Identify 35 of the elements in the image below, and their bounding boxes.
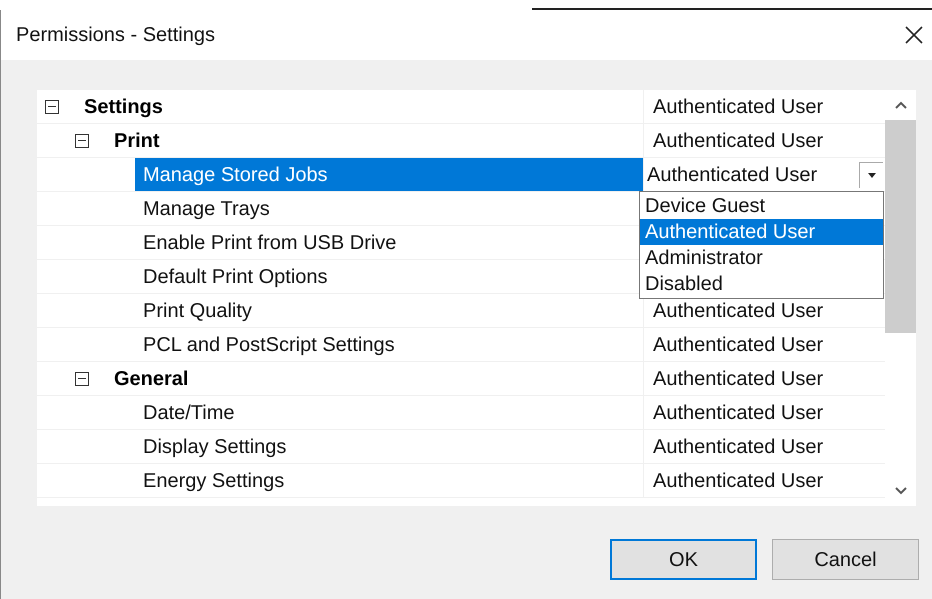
tree-item[interactable]: Print: [106, 124, 160, 157]
permission-value: Authenticated User: [652, 128, 824, 154]
tree-item[interactable]: Settings: [76, 90, 163, 123]
permission-value: Authenticated User: [652, 298, 824, 324]
scroll-down-icon[interactable]: [894, 487, 906, 495]
tree-item[interactable]: Manage Trays: [135, 192, 270, 225]
tree-item[interactable]: Print Quality: [135, 294, 252, 327]
collapse-icon[interactable]: [75, 372, 89, 386]
dropdown-option[interactable]: Disabled: [640, 271, 883, 297]
permission-value: Authenticated User: [652, 94, 824, 120]
tree-item[interactable]: Enable Print from USB Drive: [135, 226, 396, 259]
tree-item[interactable]: General: [106, 362, 188, 395]
dialog-button[interactable]: Cancel: [772, 539, 919, 580]
window-title: Permissions - Settings: [16, 23, 215, 48]
tree-item[interactable]: Date/Time: [135, 396, 235, 429]
close-icon[interactable]: [904, 25, 924, 45]
tree-item[interactable]: Energy Settings: [135, 464, 284, 497]
permission-value: Authenticated User: [652, 366, 824, 392]
dropdown-option[interactable]: Authenticated User: [640, 219, 883, 245]
dropdown-arrow-icon[interactable]: [859, 162, 883, 188]
dropdown-option[interactable]: Administrator: [640, 245, 883, 271]
tree-item[interactable]: Display Settings: [135, 430, 286, 463]
dropdown-option[interactable]: Device Guest: [640, 193, 883, 219]
scrollbar-thumb[interactable]: [885, 120, 916, 333]
dialog-button[interactable]: OK: [610, 539, 757, 580]
permission-value: Authenticated User: [652, 332, 824, 358]
tree-item[interactable]: PCL and PostScript Settings: [135, 328, 395, 361]
permission-value: Authenticated User: [652, 434, 824, 460]
tree-item[interactable]: Manage Stored Jobs: [135, 158, 643, 191]
collapse-icon[interactable]: [45, 100, 59, 114]
permission-value: Authenticated User: [652, 468, 824, 494]
collapse-icon[interactable]: [75, 134, 89, 148]
scroll-up-icon[interactable]: [894, 101, 906, 109]
tree-item[interactable]: Default Print Options: [135, 260, 328, 293]
permission-value: Authenticated User: [652, 400, 824, 426]
